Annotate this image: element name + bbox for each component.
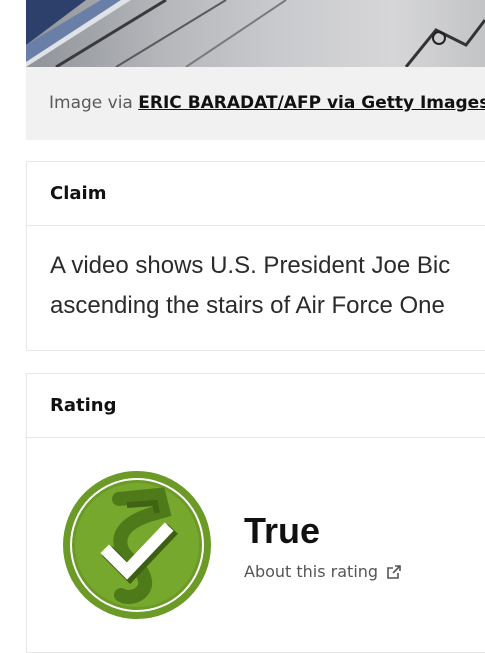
- article-photo: [26, 0, 485, 67]
- about-rating-label: About this rating: [244, 562, 379, 581]
- rating-card: Rating True About this rating: [26, 373, 485, 653]
- claim-text: A video shows U.S. President Joe Bic asc…: [27, 226, 485, 326]
- rating-heading: Rating: [27, 374, 485, 438]
- image-caption: Image via ERIC BARADAT/AFP via Getty Ima…: [26, 67, 485, 140]
- claim-text-line-2: ascending the stairs of Air Force One: [50, 292, 445, 319]
- claim-card: Claim A video shows U.S. President Joe B…: [26, 161, 485, 351]
- about-rating-link[interactable]: About this rating: [244, 562, 402, 581]
- caption-prefix: Image via: [49, 93, 133, 113]
- claim-text-line-1: A video shows U.S. President Joe Bic: [50, 252, 451, 279]
- image-credit-link[interactable]: ERIC BARADAT/AFP via Getty Images: [138, 93, 485, 113]
- claim-heading: Claim: [27, 162, 485, 226]
- external-link-icon: [387, 564, 401, 579]
- true-check-badge-icon: [63, 471, 211, 619]
- rating-verdict: True: [244, 510, 321, 551]
- photo-image: [26, 0, 485, 67]
